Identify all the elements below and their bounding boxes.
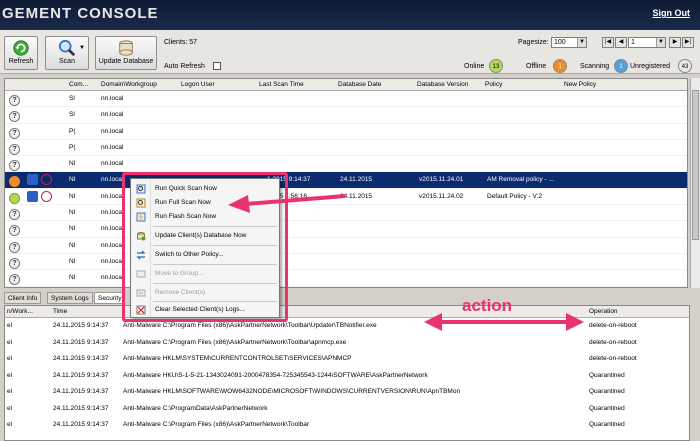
arrow-to-full-scan	[228, 194, 346, 213]
annotation-arrows	[228, 194, 584, 331]
action-label: action	[462, 296, 513, 315]
